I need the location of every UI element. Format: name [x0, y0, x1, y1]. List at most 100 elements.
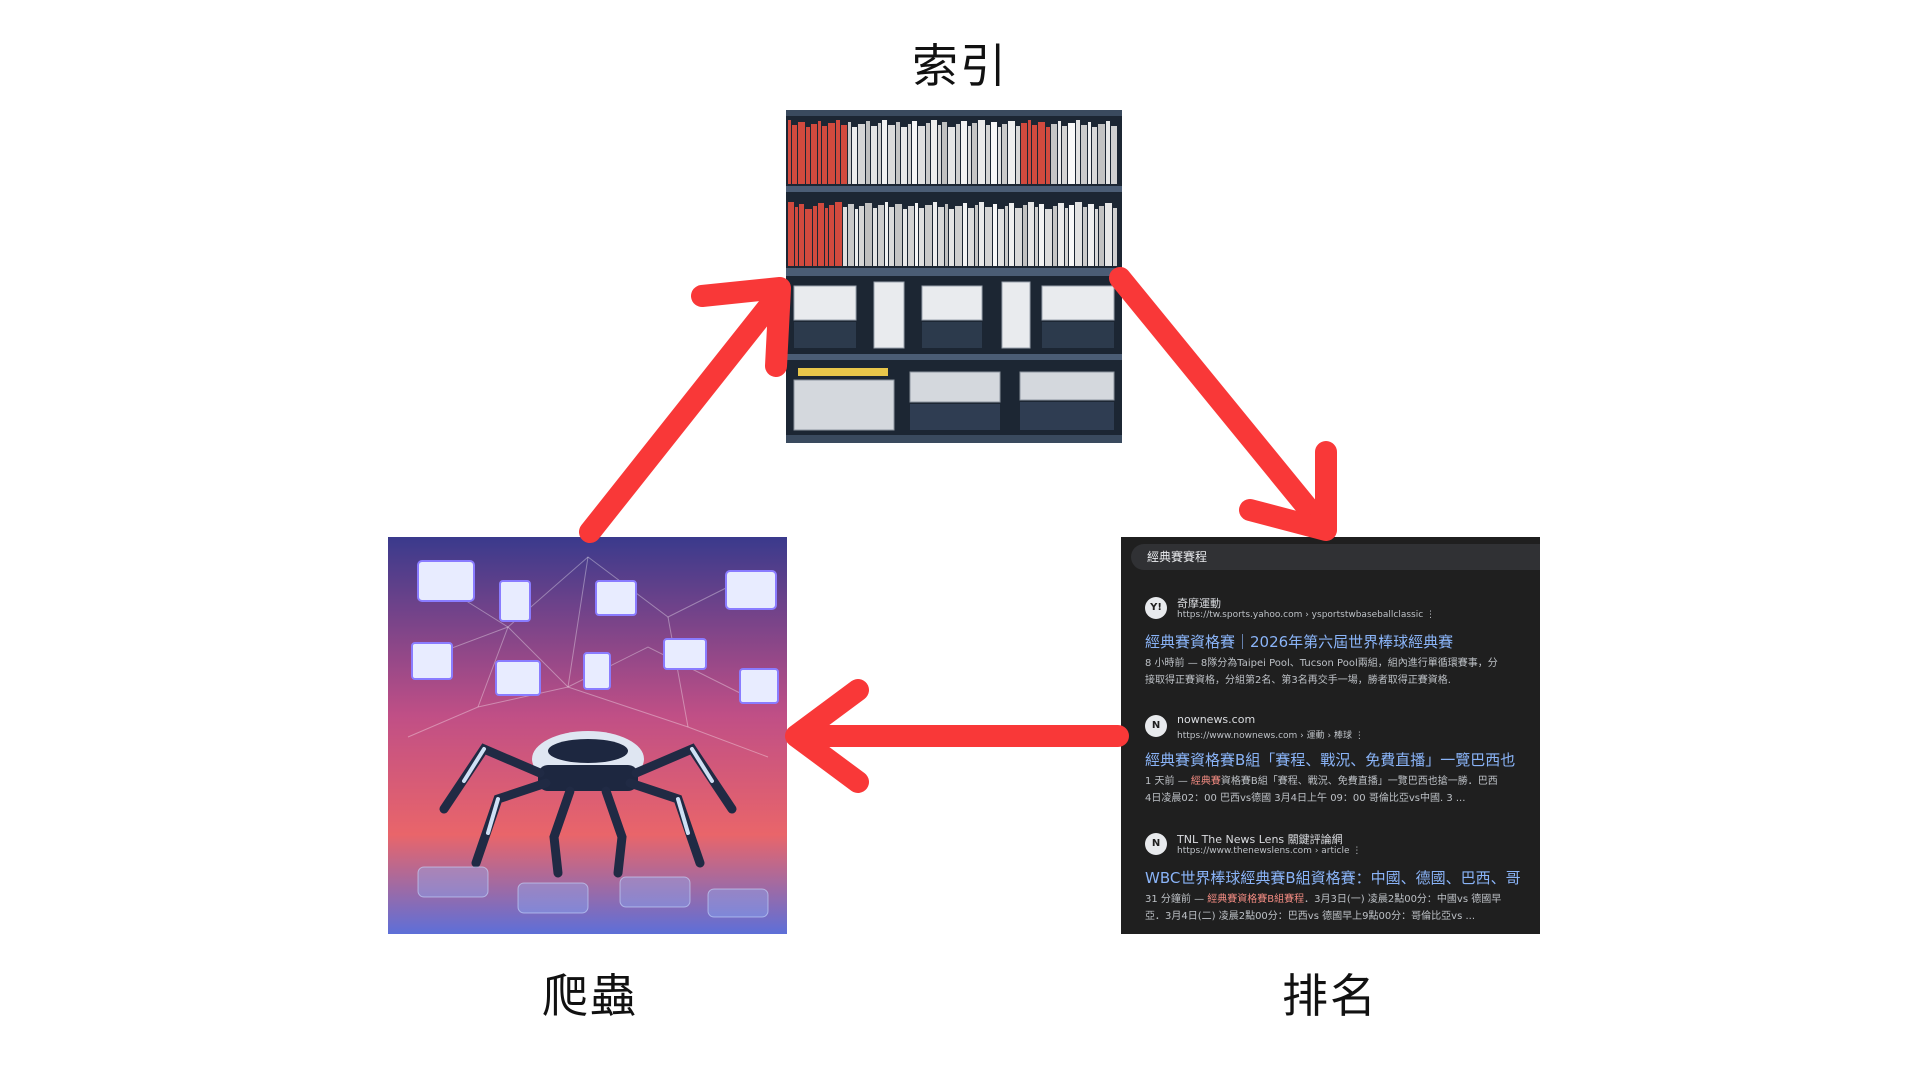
book-spine: [1028, 120, 1031, 184]
book-spine: [1002, 124, 1007, 184]
book-spine: [828, 123, 835, 184]
book-spine: [903, 209, 907, 266]
result-snippet-line2: 4日凌晨02：00 巴西vs德國 3月4日上午 09：00 哥倫比亞vs中國. …: [1145, 793, 1466, 804]
book-spine: [895, 204, 902, 266]
result-url: https://www.thenewslens.com › article ⋮: [1177, 846, 1362, 856]
book-spine: [998, 209, 1004, 266]
result-snippet-line1: ．3月3日(一) 凌晨2點00分：中國vs 德國早: [1304, 894, 1502, 905]
book-spine: [1068, 123, 1075, 184]
book-spine: [986, 125, 990, 184]
book-spine: [968, 208, 974, 266]
book-spine: [956, 124, 960, 184]
book-spine: [811, 124, 817, 184]
book-spine: [979, 202, 984, 266]
result-snippet-highlight: 經典賽資格賽B組賽程: [1207, 894, 1305, 905]
book-spine: [919, 208, 924, 266]
result-site: TNL The News Lens 關鍵評論網: [1177, 833, 1343, 846]
book-spine: [1111, 126, 1117, 184]
result-snippet-line1: 資格賽B組「賽程、戰況、免費直播」一覽巴西也搶一勝．巴西: [1220, 776, 1498, 787]
book-spine: [938, 207, 944, 266]
book-spine: [1075, 202, 1082, 266]
book-spine: [1058, 203, 1064, 266]
book-spine: [908, 206, 914, 266]
result-title: 經典賽資格賽｜2026年第六屆世界棒球經典賽: [1145, 633, 1454, 651]
book-spine: [1051, 124, 1057, 184]
book-spine: [1095, 209, 1098, 266]
book-spine: [792, 125, 797, 184]
book-spine: [991, 122, 997, 184]
book-spine: [1005, 206, 1008, 266]
book-spine: [798, 122, 805, 184]
book-spine: [949, 209, 954, 266]
book-spine: [1098, 124, 1105, 184]
book-spine: [1062, 126, 1067, 184]
book-spine: [1076, 120, 1080, 184]
book-spine: [866, 121, 870, 184]
book-spine: [945, 204, 948, 266]
result-snippet-line1: 8隊分為Taipei Pool、Tucson Pool兩組，組內進行單循環賽事，…: [1200, 658, 1498, 669]
book-spine: [889, 207, 894, 266]
book-spine: [1028, 202, 1034, 266]
nownews-favicon-icon: N: [1145, 715, 1167, 737]
book-spine: [878, 205, 884, 266]
book-spine: [873, 208, 877, 266]
book-spine: [852, 127, 857, 184]
book-spine: [788, 120, 791, 184]
book-spine: [1053, 206, 1057, 266]
book-spine: [1065, 208, 1068, 266]
book-spine: [855, 209, 858, 266]
book-spine: [818, 121, 821, 184]
book-spine: [912, 121, 917, 184]
arrow-index-to-rank: [1109, 267, 1327, 529]
result-snippet-highlight: 經典賽: [1190, 776, 1221, 787]
book-spine: [829, 205, 834, 266]
book-spine: [968, 126, 971, 184]
book-spine: [993, 204, 997, 266]
result-snippet-line2: 接取得正賽資格，分組第2名、第3名再交手一場，勝者取得正賽資格.: [1145, 675, 1451, 686]
book-spine: [931, 120, 937, 184]
book-spine: [925, 205, 932, 266]
robot-spider-image: [388, 537, 787, 934]
book-spine: [978, 120, 985, 184]
book-spine: [878, 123, 881, 184]
book-spine: [1009, 203, 1014, 266]
book-spine: [822, 126, 827, 184]
result-snippet-prefix: 1 天前 —: [1145, 776, 1191, 787]
book-spine: [848, 122, 851, 184]
book-spine: [985, 207, 992, 266]
book-spine: [1023, 205, 1027, 266]
book-spine: [1092, 127, 1097, 184]
crawl-label: 爬蟲: [542, 969, 638, 1023]
result-site: 奇摩運動: [1177, 597, 1221, 610]
book-spine: [1046, 127, 1050, 184]
book-spine: [795, 207, 798, 266]
result-site: nownews.com: [1177, 713, 1256, 726]
book-spine: [1088, 204, 1094, 266]
result-snippet-prefix: 31 分鐘前 —: [1145, 894, 1208, 905]
result-snippet-prefix: 8 小時前 —: [1145, 658, 1201, 669]
book-spine: [1039, 204, 1044, 266]
book-spine: [908, 124, 911, 184]
search-results-panel: 經典賽賽程 Y! 奇摩運動 https://tw.sports.yahoo.co…: [1121, 537, 1540, 934]
book-spine: [805, 209, 812, 266]
book-spine: [888, 125, 895, 184]
book-spine: [818, 203, 824, 266]
book-spine: [963, 203, 967, 266]
book-spine: [865, 203, 872, 266]
book-spine: [835, 202, 842, 266]
book-spine: [938, 125, 941, 184]
book-spine: [843, 207, 847, 266]
book-spine: [858, 124, 865, 184]
book-spine: [1016, 126, 1020, 184]
bookshelf-image: [786, 110, 1122, 443]
result-snippet: 8 小時前 — 8隊分為Taipei Pool、Tucson Pool兩組，組內…: [1145, 655, 1540, 689]
book-spine: [1105, 203, 1112, 266]
arrow-crawl-to-index-head: [691, 277, 791, 377]
book-spine: [813, 206, 817, 266]
book-spine: [1058, 121, 1061, 184]
book-spine: [926, 123, 930, 184]
book-spine: [1069, 205, 1074, 266]
book-spine: [901, 127, 907, 184]
arrow-crawl-to-index: [579, 294, 781, 543]
book-spine: [1015, 208, 1022, 266]
